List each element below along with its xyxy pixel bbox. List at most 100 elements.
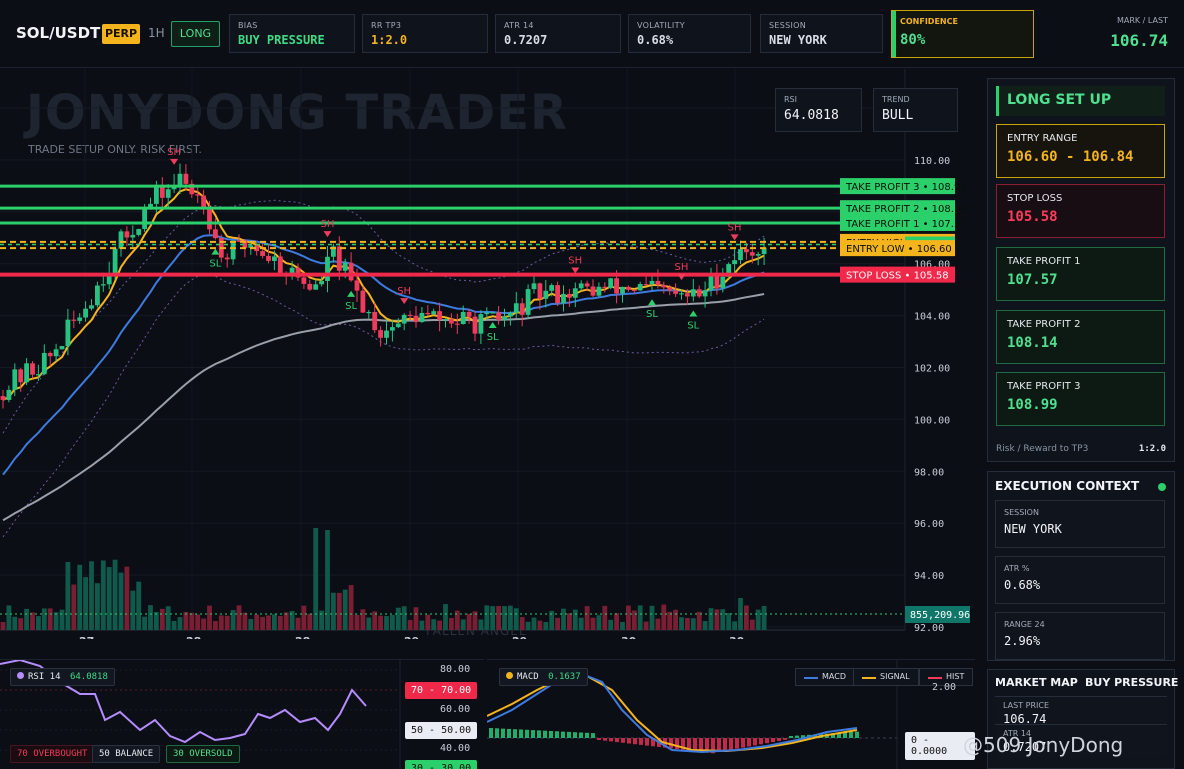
volume-bar xyxy=(266,615,271,630)
macd-histogram-bar xyxy=(537,730,541,738)
candle-body xyxy=(95,285,100,306)
macd-histogram-bar xyxy=(507,728,511,738)
context-range: RANGE 24 2.96% xyxy=(995,612,1165,660)
candle-body xyxy=(549,285,555,291)
candle-body xyxy=(325,256,330,282)
timeframe-label[interactable]: 1H xyxy=(148,26,165,40)
volume-bar xyxy=(726,613,732,630)
candle-body xyxy=(12,369,18,390)
level-card-take-profit-3: TAKE PROFIT 3 108.99 xyxy=(996,372,1165,426)
price-chart[interactable]: JONYDONG TRADER TRADE SETUP ONLY. RISK F… xyxy=(0,69,975,639)
time-tick: 29 xyxy=(404,635,419,639)
candle-body xyxy=(602,286,608,288)
volume-bar xyxy=(331,592,336,630)
candle-body xyxy=(301,277,307,284)
macd-histogram-bar xyxy=(645,738,649,746)
candle-body xyxy=(307,283,313,290)
candle-body xyxy=(749,252,755,256)
candle-body xyxy=(478,314,484,334)
stat-atr: ATR 14 0.7207 xyxy=(495,14,621,53)
volume-bar xyxy=(112,559,118,630)
volume-bar xyxy=(59,609,65,630)
volume-bar xyxy=(531,617,537,630)
candle-body xyxy=(555,285,560,304)
candle-body xyxy=(631,289,637,291)
price-tick: 110.00 xyxy=(914,156,950,167)
volume-bar xyxy=(189,612,195,630)
level-label: TAKE PROFIT 2 xyxy=(1007,319,1081,330)
stat-bias: BIAS BUY PRESSURE xyxy=(229,14,355,53)
volume-bar xyxy=(118,572,124,630)
candle-body xyxy=(118,231,124,249)
volume-bar xyxy=(395,607,401,630)
macd-histogram-bar xyxy=(795,735,799,738)
candle-body xyxy=(213,229,218,239)
volume-bar xyxy=(749,619,755,630)
rsi-balance-chip: 50 BALANCE xyxy=(92,745,161,763)
candle-body xyxy=(572,288,578,298)
candle-body xyxy=(708,275,714,291)
legend-macd[interactable]: MACD xyxy=(795,668,855,686)
candle-body xyxy=(460,311,466,325)
legend-signal[interactable]: SIGNAL xyxy=(853,668,919,686)
volume-bar xyxy=(124,566,130,630)
candle-body xyxy=(230,240,236,260)
macd-histogram-bar xyxy=(723,738,727,751)
macd-histogram-bar xyxy=(525,729,529,738)
macd-histogram-bar xyxy=(735,738,739,749)
volume-bar xyxy=(154,611,159,630)
swing-high-label: SH xyxy=(167,147,181,158)
volume-bar xyxy=(502,606,507,630)
context-session: SESSION NEW YORK xyxy=(995,500,1165,548)
volume-bar xyxy=(342,589,348,630)
volume-bar xyxy=(513,608,519,630)
candle-body xyxy=(608,278,614,288)
candle-body xyxy=(319,281,324,285)
macd-histogram-bar xyxy=(675,738,679,750)
context-title: EXECUTION CONTEXT xyxy=(995,479,1140,493)
volume-bar xyxy=(260,616,265,630)
symbol-label: SOL/USDT xyxy=(16,24,101,42)
volume-bar xyxy=(720,609,726,630)
level-card-entry-range: ENTRY RANGE 106.60 - 106.84 xyxy=(996,124,1165,178)
volume-bar xyxy=(620,621,625,630)
candle-body xyxy=(696,289,702,297)
level-value: 106.60 - 106.84 xyxy=(1007,149,1134,165)
rsi-pane[interactable]: RSI 14 64.0818 70 OVERBOUGHT 50 BALANCE … xyxy=(0,659,484,769)
candle-body xyxy=(590,286,596,296)
volume-bar xyxy=(460,619,466,630)
volume-bar xyxy=(283,612,289,630)
candle-body xyxy=(36,374,41,376)
volume-bar xyxy=(83,577,88,630)
volume-bar xyxy=(360,609,366,630)
candle-body xyxy=(513,303,519,313)
level-value: 108.99 xyxy=(1007,397,1058,413)
candle-body xyxy=(690,289,696,297)
macd-pane[interactable]: MACD 0.1637 MACD SIGNAL HIST 2.00 0 - 0.… xyxy=(487,659,975,769)
market-map-title: MARKET MAP xyxy=(995,676,1078,689)
volume-bar xyxy=(584,606,590,630)
macd-histogram-bar xyxy=(567,731,571,738)
author-credit: @509 JonyDong xyxy=(963,733,1124,757)
volume-bar xyxy=(177,617,183,630)
volume-bar xyxy=(537,620,543,630)
chart-canvas[interactable]: 112.00110.00108.00106.00104.00102.00100.… xyxy=(0,69,975,639)
candle-body xyxy=(525,289,531,315)
stat-rr: RR TP3 1:2.0 xyxy=(362,14,488,53)
candle-body xyxy=(649,280,655,285)
volume-bar xyxy=(130,590,136,630)
macd-title-chip: MACD 0.1637 xyxy=(499,668,588,686)
candle-body xyxy=(124,231,130,238)
candle-body xyxy=(454,323,460,325)
swing-high-label: SH xyxy=(675,262,689,273)
macd-histogram-bar xyxy=(633,738,637,745)
candle-body xyxy=(502,316,507,320)
volume-bar xyxy=(490,606,496,630)
volume-bar xyxy=(230,610,236,630)
volume-bar xyxy=(631,610,637,630)
volume-bar xyxy=(277,616,283,630)
swing-low-arrow-icon xyxy=(648,299,656,306)
setup-title: LONG SET UP xyxy=(996,86,1165,116)
candle-body xyxy=(490,312,496,314)
candle-body xyxy=(354,280,360,291)
